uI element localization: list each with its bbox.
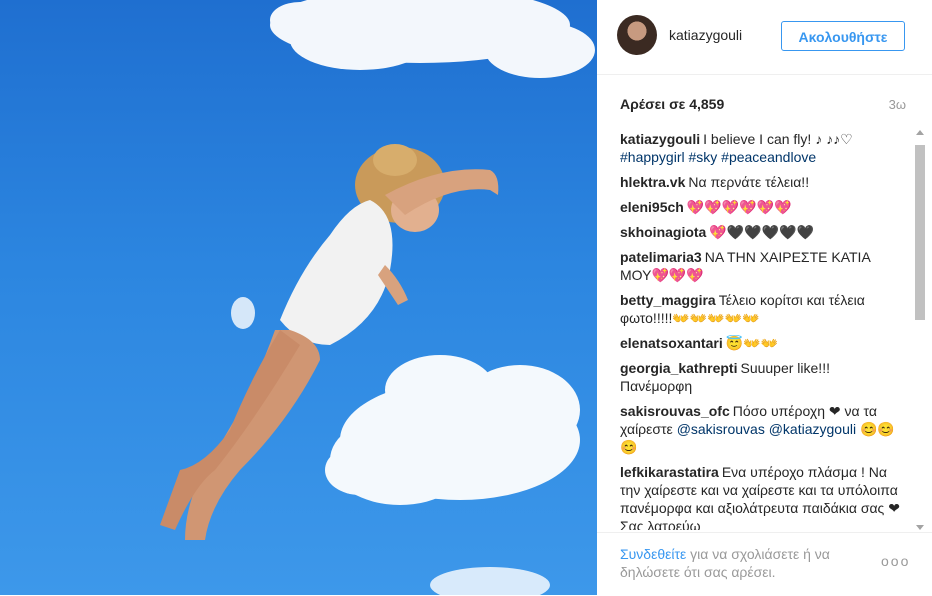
comment-item: elenatsoxantari 😇👐👐: [620, 334, 905, 352]
post-header: katiazygouli Ακολουθήστε: [597, 0, 932, 75]
comment-text: 💖💖💖💖💖💖: [686, 199, 792, 215]
likes-number: 4,859: [689, 96, 725, 112]
comments-list: katiazygouli I believe I can fly! ♪ ♪♪♡ #…: [620, 130, 905, 530]
comment-item: sakisrouvas_ofc Πόσο υπέροχη ❤ να τα χαίρ…: [620, 402, 905, 456]
likes-prefix: Αρέσει σε: [620, 96, 686, 112]
comment-username[interactable]: lefkikarastatira: [620, 464, 719, 480]
scroll-down-icon[interactable]: [916, 525, 924, 530]
comments-scrollbar[interactable]: [912, 130, 928, 530]
more-options-icon[interactable]: ooo: [881, 553, 910, 569]
comment-username[interactable]: georgia_kathrepti: [620, 360, 737, 376]
comment-username[interactable]: katiazygouli: [620, 131, 700, 147]
post-age: 3ω: [888, 97, 906, 112]
likes-count: Αρέσει σε 4,859: [620, 96, 724, 112]
scroll-up-icon[interactable]: [916, 130, 924, 135]
comment-username[interactable]: hlektra.vk: [620, 174, 685, 190]
comment-item: patelimaria3 ΝΑ ΤΗΝ ΧΑΙΡΕΣΤΕ ΚΑΤΙΑ ΜΟΥ💖💖💖: [620, 248, 905, 284]
avatar[interactable]: [617, 15, 657, 55]
comment-item: lefkikarastatira Ενα υπέροχο πλάσμα ! Να …: [620, 463, 905, 530]
post-side-panel: katiazygouli Ακολουθήστε Αρέσει σε 4,859…: [597, 0, 932, 595]
comment-tags[interactable]: #happygirl #sky #peaceandlove: [620, 149, 816, 165]
scroll-thumb[interactable]: [915, 145, 925, 320]
login-footer: Συνδεθείτε για να σχολιάσετε ή να δηλώσε…: [597, 532, 932, 596]
comment-username[interactable]: skhoinagiota: [620, 224, 706, 240]
comment-username[interactable]: patelimaria3: [620, 249, 702, 265]
comment-username[interactable]: betty_maggira: [620, 292, 716, 308]
comment-text: 💖🖤🖤🖤🖤🖤: [709, 224, 814, 240]
follow-button[interactable]: Ακολουθήστε: [781, 21, 905, 51]
comment-username[interactable]: sakisrouvas_ofc: [620, 403, 730, 419]
photo-illustration: [160, 0, 595, 595]
comment-item: katiazygouli I believe I can fly! ♪ ♪♪♡ #…: [620, 130, 905, 166]
comment-item: georgia_kathrepti Suuuper like!!! Πανέμορ…: [620, 359, 905, 395]
comment-item: eleni95ch 💖💖💖💖💖💖: [620, 198, 905, 216]
comment-text: 😇👐👐: [725, 335, 779, 351]
comment-username[interactable]: eleni95ch: [620, 199, 684, 215]
comment-text: Να περνάτε τέλεια!!: [688, 174, 810, 190]
login-link[interactable]: Συνδεθείτε: [620, 546, 686, 562]
comment-item: skhoinagiota 💖🖤🖤🖤🖤🖤: [620, 223, 905, 241]
post-photo[interactable]: [0, 0, 597, 595]
comment-text: I believe I can fly! ♪ ♪♪♡: [703, 131, 853, 147]
comment-item: hlektra.vk Να περνάτε τέλεια!!: [620, 173, 905, 191]
username-link[interactable]: katiazygouli: [669, 27, 742, 43]
comment-item: betty_maggira Τέλειο κορίτσι και τέλεια φ…: [620, 291, 905, 327]
login-prompt: Συνδεθείτε για να σχολιάσετε ή να δηλώσε…: [620, 545, 870, 581]
comment-username[interactable]: elenatsoxantari: [620, 335, 723, 351]
